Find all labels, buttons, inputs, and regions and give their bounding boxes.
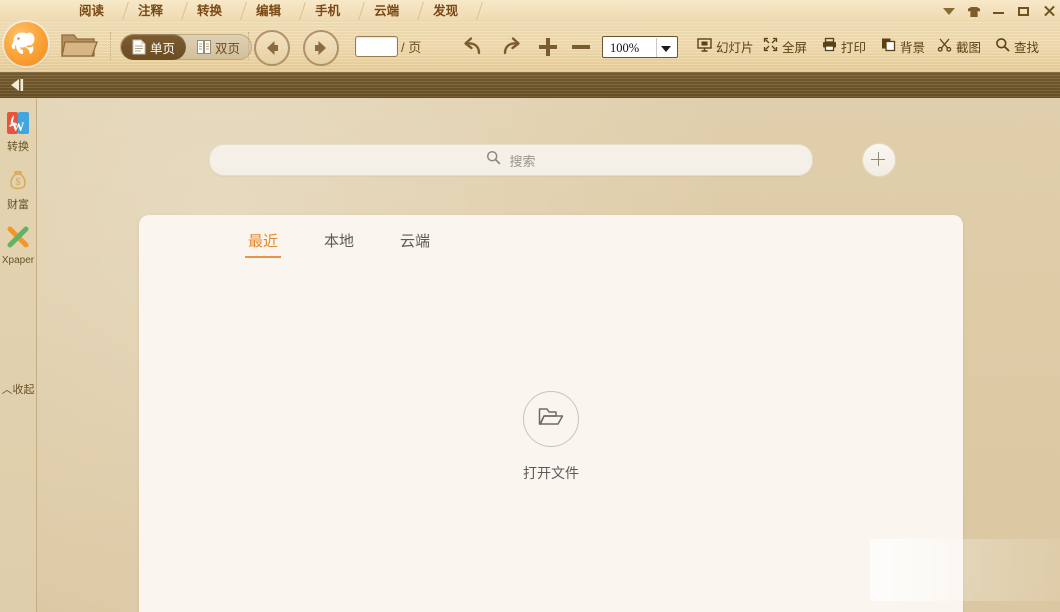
menu-tab-cloud[interactable]: 云端 (357, 0, 416, 22)
single-page-icon (132, 39, 146, 55)
undo-button[interactable] (460, 34, 488, 62)
title-bar: 阅读 注释 转换 编辑 手机 云端 (0, 0, 1060, 23)
menu-tab-mobile[interactable]: 手机 (298, 0, 357, 22)
svg-text:W: W (12, 119, 25, 134)
select-divider (656, 38, 657, 57)
menu-tab-label: 编辑 (256, 4, 281, 18)
menu-tab-label: 手机 (315, 4, 340, 18)
close-icon[interactable] (1042, 4, 1056, 18)
menu-tab-read[interactable]: 阅读 (62, 0, 121, 22)
maximize-icon[interactable] (1017, 4, 1031, 18)
sidebar-item-convert[interactable]: W 转换 (0, 112, 36, 153)
search-icon (486, 150, 501, 170)
printer-icon (822, 37, 837, 55)
page-total-label: / 页 (401, 37, 421, 56)
chevron-up-icon: ︿ (2, 384, 13, 396)
scissors-icon (937, 37, 952, 55)
double-page-icon (197, 39, 211, 55)
fullscreen-icon (763, 37, 778, 55)
sidebar-item-label: 财富 (0, 199, 36, 211)
page-mode-toggle: 单页 双页 (120, 34, 252, 60)
toolbar-divider (248, 32, 250, 60)
sidebar-item-xpaper[interactable]: Xpaper (0, 226, 36, 267)
double-page-button[interactable]: 双页 (186, 34, 251, 60)
forward-button[interactable] (303, 30, 339, 66)
zoom-level-select[interactable]: 100% (602, 36, 678, 58)
toolbar-item-background[interactable]: 背景 (881, 36, 925, 56)
toolbar-item-fullscreen[interactable]: 全屏 (763, 36, 807, 56)
file-panel: 最近 本地 云端 打开文件 (139, 215, 963, 612)
menu-separator (476, 2, 483, 20)
sidebar-strip (0, 72, 1060, 99)
zoom-in-button[interactable] (535, 34, 563, 62)
menu-tab-convert[interactable]: 转换 (180, 0, 239, 22)
minimize-icon[interactable] (992, 4, 1006, 18)
chevron-down-icon (661, 46, 671, 52)
folder-open-icon (538, 405, 564, 432)
xpaper-icon (7, 235, 29, 252)
sidebar-item-wealth[interactable]: $ 财富 (0, 170, 36, 211)
open-file-button[interactable] (60, 30, 102, 64)
menu-tab-annotate[interactable]: 注释 (121, 0, 180, 22)
menu-tab-label: 阅读 (79, 4, 104, 18)
search-icon (995, 37, 1010, 55)
redo-button[interactable] (498, 34, 526, 62)
single-page-label: 单页 (150, 38, 175, 57)
menu-tab-label: 注释 (138, 4, 163, 18)
background-icon (881, 37, 896, 55)
add-file-button[interactable] (862, 143, 896, 177)
toolbar-item-label: 幻灯片 (716, 37, 754, 56)
menu-tab-label: 转换 (197, 4, 222, 18)
slideshow-icon (697, 37, 712, 55)
collapse-left-icon[interactable] (9, 78, 31, 92)
toolbar-item-label: 全屏 (782, 37, 807, 56)
search-bar[interactable]: 搜索 (209, 144, 813, 176)
page-number-input[interactable] (355, 36, 398, 57)
toolbar-item-slideshow[interactable]: 幻灯片 (697, 36, 754, 56)
menu-tab-discover[interactable]: 发现 (416, 0, 475, 22)
back-button[interactable] (254, 30, 290, 66)
window-controls (942, 0, 1056, 22)
toolbar-divider (110, 32, 112, 60)
sidebar-collapse-button[interactable]: ︿收起 (0, 381, 36, 397)
toolbar-item-find[interactable]: 查找 (995, 36, 1039, 56)
svg-text:$: $ (16, 177, 21, 188)
toolbar-item-label: 打印 (841, 37, 866, 56)
application-window: 阅读 注释 转换 编辑 手机 云端 (0, 0, 1060, 612)
menu-tab-label: 发现 (433, 4, 458, 18)
sidebar-collapse-label: 收起 (13, 384, 35, 396)
single-page-button[interactable]: 单页 (121, 34, 186, 60)
content-area: 搜索 最近 本地 云端 (37, 98, 1060, 612)
main-menu: 阅读 注释 转换 编辑 手机 云端 (62, 0, 475, 22)
sidebar-item-label: Xpaper (0, 255, 36, 267)
app-logo[interactable] (4, 22, 48, 66)
money-bag-icon: $ (7, 179, 29, 196)
empty-state-label: 打开文件 (523, 463, 579, 483)
double-page-label: 双页 (215, 38, 240, 57)
toolbar-item-label: 背景 (900, 37, 925, 56)
menu-tab-label: 云端 (374, 4, 399, 18)
menu-tab-edit[interactable]: 编辑 (239, 0, 298, 22)
chevron-down-icon[interactable] (942, 4, 956, 18)
toolbar-item-label: 截图 (956, 37, 981, 56)
zoom-level-value: 100% (610, 39, 639, 57)
skin-icon[interactable] (967, 4, 981, 18)
empty-state: 打开文件 (139, 215, 963, 612)
zoom-out-button[interactable] (568, 34, 596, 62)
open-file-button[interactable] (523, 391, 579, 447)
toolbar-item-print[interactable]: 打印 (822, 36, 866, 56)
toolbar-item-capture[interactable]: 截图 (937, 36, 981, 56)
left-sidebar: W 转换 $ 财富 Xpaper (0, 98, 37, 612)
pdf-to-word-icon: W (7, 121, 29, 138)
search-input[interactable]: 搜索 (509, 151, 535, 170)
sidebar-item-label: 转换 (0, 141, 36, 153)
toolbar-item-label: 查找 (1014, 37, 1039, 56)
